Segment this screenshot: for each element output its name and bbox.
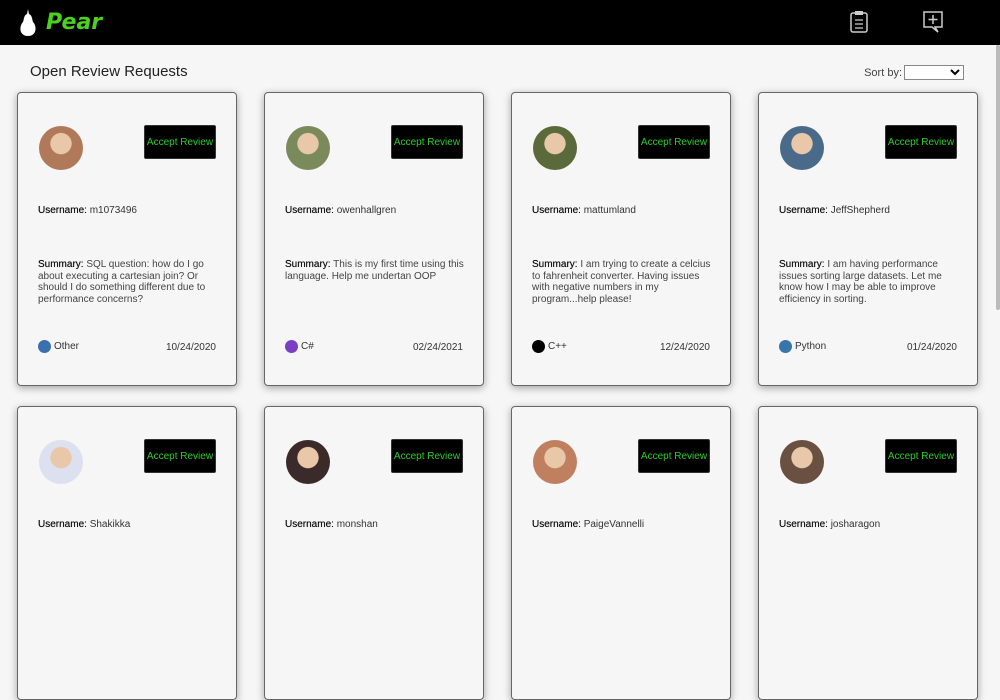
summary-label: Summary: — [779, 259, 825, 270]
review-card: Accept Review Username: PaigeVannelli — [511, 406, 731, 700]
username-value: mattumland — [583, 205, 636, 216]
username: Username: m1073496 — [38, 205, 137, 216]
username-value: m1073496 — [89, 205, 137, 216]
language: Other — [38, 340, 79, 353]
language-icon — [779, 340, 792, 353]
summary: Summary: This is my first time using thi… — [285, 259, 465, 282]
accept-review-button[interactable]: Accept Review — [885, 439, 957, 473]
username-label: Username: — [285, 205, 334, 216]
language: Python — [779, 340, 826, 353]
language-icon — [532, 340, 545, 353]
language-icon — [38, 340, 51, 353]
username: Username: monshan — [285, 519, 378, 530]
avatar — [39, 440, 83, 484]
accept-review-button[interactable]: Accept Review — [638, 125, 710, 159]
review-card: Accept Review Username: josharagon — [758, 406, 978, 700]
pear-icon — [20, 9, 36, 36]
avatar — [780, 440, 824, 484]
page-title: Open Review Requests — [30, 63, 188, 80]
username-label: Username: — [779, 205, 828, 216]
sort-label: Sort by: — [864, 66, 902, 79]
username-label: Username: — [779, 519, 828, 530]
username-label: Username: — [285, 519, 334, 530]
date: 02/24/2021 — [412, 342, 463, 353]
avatar — [533, 440, 577, 484]
username-label: Username: — [38, 519, 87, 530]
accept-review-button[interactable]: Accept Review — [144, 439, 216, 473]
summary: Summary: SQL question: how do I go about… — [38, 259, 218, 305]
username-value: PaigeVannelli — [583, 519, 645, 530]
clipboard-list-icon[interactable] — [848, 10, 870, 34]
language: C# — [285, 340, 314, 353]
accept-review-button[interactable]: Accept Review — [885, 125, 957, 159]
avatar — [780, 126, 824, 170]
language-icon — [285, 340, 298, 353]
add-request-icon[interactable] — [922, 10, 944, 34]
sort-control: Sort by: — [864, 65, 964, 80]
username: Username: mattumland — [532, 205, 636, 216]
summary-label: Summary: — [285, 259, 331, 270]
avatar — [533, 126, 577, 170]
review-card: Accept Review Username: monshan — [264, 406, 484, 700]
username-value: josharagon — [830, 519, 881, 530]
avatar — [39, 126, 83, 170]
username: Username: PaigeVannelli — [532, 519, 644, 530]
review-card: Accept Review Username: owenhallgren Summ… — [264, 92, 484, 386]
avatar — [286, 126, 330, 170]
logo[interactable]: Pear — [18, 7, 102, 37]
scrollbar[interactable] — [996, 45, 1000, 310]
accept-review-button[interactable]: Accept Review — [391, 125, 463, 159]
app-name: Pear — [46, 9, 103, 35]
date: 01/24/2020 — [906, 342, 957, 353]
username-value: JeffShepherd — [830, 205, 890, 216]
accept-review-button[interactable]: Accept Review — [391, 439, 463, 473]
avatar — [286, 440, 330, 484]
username: Username: JeffShepherd — [779, 205, 890, 216]
username: Username: owenhallgren — [285, 205, 396, 216]
language-label: Python — [795, 341, 827, 352]
username-value: owenhallgren — [336, 205, 397, 216]
review-card: Accept Review Username: JeffShepherd Summ… — [758, 92, 978, 386]
language-label: C++ — [548, 341, 567, 352]
review-card: Accept Review Username: m1073496 Summary:… — [17, 92, 237, 386]
review-card: Accept Review Username: mattumland Summar… — [511, 92, 731, 386]
username-value: monshan — [336, 519, 378, 530]
username: Username: Shakikka — [38, 519, 130, 530]
accept-review-button[interactable]: Accept Review — [144, 125, 216, 159]
summary: Summary: I am trying to create a celcius… — [532, 259, 712, 305]
language: C++ — [532, 340, 567, 353]
language-label: Other — [54, 341, 80, 352]
date: 12/24/2020 — [659, 342, 710, 353]
accept-review-button[interactable]: Accept Review — [638, 439, 710, 473]
username-value: Shakikka — [89, 519, 131, 530]
top-nav: Pear — [0, 0, 1000, 45]
summary: Summary: I am having performance issues … — [779, 259, 959, 305]
username: Username: josharagon — [779, 519, 880, 530]
review-card: Accept Review Username: Shakikka — [17, 406, 237, 700]
sort-select[interactable] — [904, 65, 964, 80]
username-label: Username: — [532, 519, 581, 530]
summary-label: Summary: — [532, 259, 578, 270]
username-label: Username: — [38, 205, 87, 216]
summary-label: Summary: — [38, 259, 84, 270]
date: 10/24/2020 — [165, 342, 216, 353]
username-label: Username: — [532, 205, 581, 216]
language-label: C# — [301, 341, 314, 352]
